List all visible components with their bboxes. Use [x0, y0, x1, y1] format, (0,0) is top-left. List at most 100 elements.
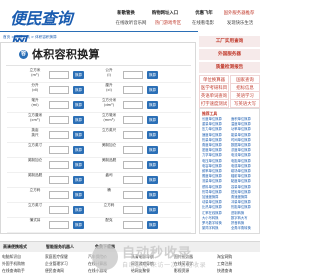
value-input[interactable]: [49, 131, 69, 139]
unit-label: 毫升 (ml): [31, 98, 39, 107]
value-input[interactable]: [123, 191, 143, 199]
convert-button[interactable]: 换算: [73, 131, 84, 139]
convert-button[interactable]: 换算: [147, 176, 158, 184]
footer-grid-link[interactable]: 影视资源: [174, 268, 216, 274]
topnav-link[interactable]: 在线收听音乐网: [112, 19, 150, 29]
convert-button[interactable]: 换算: [73, 191, 84, 199]
convert-button[interactable]: 换算: [73, 176, 84, 184]
site-logo[interactable]: 便民查询网 WWW.BMCX.COM: [2, 3, 80, 52]
sidebar-link[interactable]: 全角半角转换: [231, 226, 259, 231]
value-input[interactable]: [123, 161, 143, 169]
sidebar-heading[interactable]: 质量检测报告: [199, 62, 260, 73]
footer-grid-link[interactable]: 外国手机购物: [2, 261, 44, 267]
footer-grid-link[interactable]: 高清电影导航: [131, 254, 173, 260]
footer-grid-link[interactable]: 淘宝网购: [217, 254, 259, 260]
topnav-link[interactable]: 购物网址入口: [140, 9, 190, 19]
convert-button[interactable]: 换算: [73, 161, 84, 169]
site-header: 便民查询网 WWW.BMCX.COM 新歌管换 购物网址入口 优惠飞年 国外服务…: [0, 0, 260, 52]
sidebar-tag[interactable]: 打字速度测试: [199, 99, 229, 108]
convert-button[interactable]: 换算: [73, 206, 84, 214]
footer-grid-link[interactable]: 电脑知识自: [2, 254, 44, 260]
sidebar-heading[interactable]: 工厂实用查询: [199, 36, 260, 47]
topnav-link[interactable]: 热门游戏专区: [150, 19, 186, 29]
value-input[interactable]: [123, 221, 143, 229]
unit-label: 立方英寸: [27, 203, 43, 207]
convert-button[interactable]: 换算: [147, 131, 158, 139]
value-input[interactable]: [123, 206, 143, 214]
value-input[interactable]: [123, 116, 143, 124]
convert-button[interactable]: 换算: [73, 86, 84, 94]
converter-row: 英制加仑换算 美制品脱换算: [1, 158, 197, 173]
footer-grid-link[interactable]: 快递查询: [217, 268, 259, 274]
convert-button[interactable]: 换算: [73, 116, 84, 124]
footer-link-grid: 电脑知识自 家庭医疗保健 汽车保险价 高清电影导航 国外服务器 淘宝网购外国手机购物 企业管…: [0, 253, 260, 275]
topnav-link[interactable]: 国外服务器推荐: [218, 9, 260, 19]
convert-button[interactable]: 换算: [147, 86, 158, 94]
footer-grid-link[interactable]: 在线英语学: [174, 261, 216, 267]
value-input[interactable]: [123, 176, 143, 184]
value-input[interactable]: [49, 146, 69, 154]
footer-grid-link[interactable]: 汽车保险价: [88, 254, 130, 260]
converter-row: 立方米 (m³) 换算 公升 (l) 换算: [1, 68, 197, 83]
convert-button[interactable]: 换算: [147, 101, 158, 109]
unit-label: 美制品脱: [101, 158, 117, 162]
convert-button[interactable]: 换算: [147, 191, 158, 199]
sidebar-link[interactable]: 繁简字转换: [202, 226, 230, 231]
sidebar-heading[interactable]: 外国服务器: [199, 49, 260, 60]
value-input[interactable]: [49, 221, 69, 229]
unit-label: 公升 (l): [105, 68, 113, 77]
value-input[interactable]: [49, 116, 69, 124]
convert-button[interactable]: 换算: [147, 71, 158, 79]
topnav-link[interactable]: 发现快乐生活: [220, 19, 260, 29]
footer-grid-link[interactable]: 便民查询网: [45, 268, 87, 274]
value-input[interactable]: [49, 101, 69, 109]
convert-button[interactable]: 换算: [147, 116, 158, 124]
value-input[interactable]: [49, 176, 69, 184]
value-input[interactable]: [49, 86, 69, 94]
topnav-link[interactable]: 在线看电影: [186, 19, 220, 29]
footer-link[interactable]: 免费下载器: [95, 244, 115, 250]
footer-grid-link[interactable]: 在线计算器: [88, 261, 130, 267]
convert-button[interactable]: 换算: [147, 206, 158, 214]
value-input[interactable]: [123, 71, 143, 79]
footer-grid-link[interactable]: 在线查询助手: [2, 268, 44, 274]
footer-grid-link[interactable]: 给网友聚餐: [131, 268, 173, 274]
unit-label: 英制加仑: [27, 158, 43, 162]
unit-label: 配克: [105, 218, 113, 222]
convert-button[interactable]: 换算: [73, 221, 84, 229]
convert-button[interactable]: 换算: [73, 71, 84, 79]
unit-label: 立方分米 (dm³): [101, 98, 117, 107]
footer-grid-link[interactable]: 网页游戏导航: [131, 261, 173, 267]
convert-button[interactable]: 换算: [147, 221, 158, 229]
sidebar-tag[interactable]: 写英语大写: [230, 99, 260, 108]
convert-button[interactable]: 换算: [147, 146, 158, 154]
footer-grid-link[interactable]: 企业管理学习: [45, 261, 87, 267]
topnav-link[interactable]: 优惠飞年: [190, 9, 218, 19]
topnav-link[interactable]: 新歌管换: [112, 9, 140, 19]
breadcrumb[interactable]: 首页 > 换算工具 > 体积容积换算: [3, 35, 57, 40]
footer-grid-link[interactable]: 家庭医疗保健: [45, 254, 87, 260]
value-input[interactable]: [123, 86, 143, 94]
footer-grid-link[interactable]: 国外服务器: [174, 254, 216, 260]
value-input[interactable]: [123, 146, 143, 154]
value-input[interactable]: [49, 206, 69, 214]
value-input[interactable]: [49, 71, 69, 79]
footer-link[interactable]: 高清便携格式: [3, 244, 27, 250]
unit-label: 桶: [107, 188, 111, 192]
value-input[interactable]: [123, 131, 143, 139]
value-input[interactable]: [123, 101, 143, 109]
converter-panel: 容 体积容积换算 立方米 (m³) 换算 公升 (l) 换算 分升 (dl) 换算 厘升 (…: [0, 42, 196, 234]
unit-label: 英制品脱: [27, 173, 43, 177]
footer-grid-link[interactable]: 在线小游戏: [88, 268, 130, 274]
footer-grid-link[interactable]: 工商注册: [217, 261, 259, 267]
converter-row: 毫升 (ml) 换算 立方分米 (dm³) 换算: [1, 98, 197, 113]
convert-button[interactable]: 换算: [73, 101, 84, 109]
converter-row: 蒲式耳 换算 配克 换算: [1, 218, 197, 233]
footer-link[interactable]: 智能服务机器人: [46, 244, 74, 250]
title-divider: [6, 65, 191, 66]
value-input[interactable]: [49, 191, 69, 199]
convert-button[interactable]: 换算: [147, 161, 158, 169]
value-input[interactable]: [49, 161, 69, 169]
convert-button[interactable]: 换算: [73, 146, 84, 154]
converter-row: 立方英寸 换算 美制加仑 换算: [1, 143, 197, 158]
